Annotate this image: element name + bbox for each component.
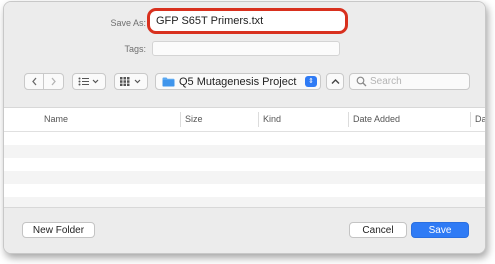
list-row [4, 158, 485, 171]
column-header: Name Size Kind Date Added Da [4, 108, 485, 132]
list-icon [78, 77, 99, 86]
list-row [4, 171, 485, 184]
grid-icon [120, 77, 141, 86]
search-input[interactable] [370, 75, 465, 88]
file-list: Name Size Kind Date Added Da [4, 107, 485, 208]
location-popup[interactable]: Q5 Mutagenesis Project ⇕ [155, 73, 321, 90]
list-row [4, 184, 485, 197]
grid-view-button[interactable] [114, 73, 148, 90]
expand-button[interactable] [326, 73, 344, 90]
new-folder-button[interactable]: New Folder [22, 222, 95, 238]
save-as-field[interactable] [156, 13, 336, 29]
list-row [4, 145, 485, 158]
back-button[interactable] [24, 73, 44, 90]
updown-icon: ⇕ [305, 76, 317, 87]
save-dialog: Save As: Tags: [3, 1, 486, 254]
save-as-label: Save As: [110, 18, 146, 28]
column-divider [258, 112, 259, 127]
column-divider [470, 112, 471, 127]
tags-field[interactable] [152, 41, 340, 56]
chevron-left-icon [31, 77, 36, 86]
toolbar: Q5 Mutagenesis Project ⇕ [4, 72, 485, 94]
chevron-right-icon [51, 77, 56, 86]
column-kind[interactable]: Kind [263, 114, 281, 124]
dialog-header: Save As: Tags: [4, 2, 485, 107]
cancel-button[interactable]: Cancel [349, 222, 407, 238]
dialog-footer: New Folder Cancel Save [4, 207, 485, 253]
folder-icon [162, 77, 175, 87]
column-divider [348, 112, 349, 127]
chevron-up-icon [331, 79, 339, 84]
column-size[interactable]: Size [185, 114, 203, 124]
search-field-container [349, 73, 470, 90]
search-icon [356, 76, 367, 87]
column-name[interactable]: Name [44, 114, 68, 124]
column-divider [180, 112, 181, 127]
save-button[interactable]: Save [411, 222, 469, 238]
list-view-button[interactable] [72, 73, 106, 90]
column-date-more[interactable]: Da [475, 114, 485, 124]
column-date-added[interactable]: Date Added [353, 114, 400, 124]
list-row [4, 132, 485, 145]
location-label: Q5 Mutagenesis Project [179, 76, 297, 88]
forward-button[interactable] [44, 73, 64, 90]
tags-label: Tags: [124, 44, 146, 54]
